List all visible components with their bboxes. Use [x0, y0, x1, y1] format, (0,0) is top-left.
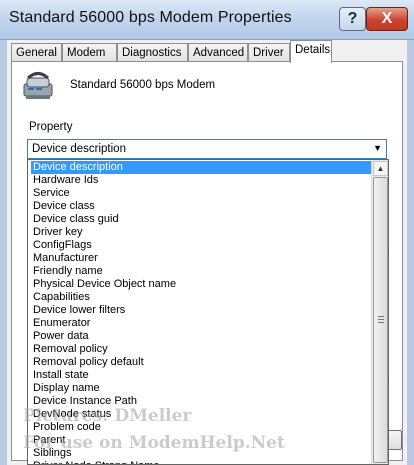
- property-option[interactable]: Removal policy default: [31, 356, 371, 369]
- grip-line: [378, 316, 384, 317]
- property-option[interactable]: Power data: [31, 330, 371, 343]
- scrollbar[interactable]: ▲: [371, 160, 388, 464]
- help-button[interactable]: ?: [339, 7, 366, 31]
- property-option[interactable]: Manufacturer: [31, 252, 371, 265]
- watermark-line1: Pictures: DMeller: [23, 406, 192, 426]
- tab-modem[interactable]: Modem: [62, 43, 117, 61]
- property-option[interactable]: Device description: [31, 161, 371, 174]
- property-selected-value: Device description: [32, 143, 126, 155]
- property-option[interactable]: Device lower filters: [31, 304, 371, 317]
- property-option[interactable]: Display name: [31, 382, 371, 395]
- tab-driver[interactable]: Driver: [248, 43, 290, 61]
- property-option[interactable]: Enumerator: [31, 317, 371, 330]
- property-option[interactable]: Device class: [31, 200, 371, 213]
- tab-diagnostics[interactable]: Diagnostics: [117, 43, 188, 61]
- watermark-line2: For use on ModemHelp.Net: [23, 433, 285, 453]
- tab-details[interactable]: Details: [290, 40, 332, 63]
- scrollbar-thumb[interactable]: [373, 177, 388, 463]
- modem-icon: [23, 72, 53, 99]
- property-option[interactable]: Capabilities: [31, 291, 371, 304]
- property-option[interactable]: Friendly name: [31, 265, 371, 278]
- grip-line: [378, 322, 384, 323]
- tab-general[interactable]: General: [11, 43, 62, 61]
- scroll-up-icon[interactable]: ▲: [373, 161, 388, 176]
- property-dropdown[interactable]: Device description ▼: [27, 139, 387, 159]
- device-name: Standard 56000 bps Modem: [70, 79, 216, 91]
- property-option[interactable]: ConfigFlags: [31, 239, 371, 252]
- property-option[interactable]: Hardware Ids: [31, 174, 371, 187]
- property-option[interactable]: Install state: [31, 369, 371, 382]
- property-option[interactable]: Service: [31, 187, 371, 200]
- tab-advanced[interactable]: Advanced: [188, 43, 248, 61]
- property-option[interactable]: Driver key: [31, 226, 371, 239]
- close-button[interactable]: X: [366, 7, 408, 31]
- property-option[interactable]: Removal policy: [31, 343, 371, 356]
- property-option[interactable]: Driver Node Strong Name: [31, 460, 371, 464]
- property-option[interactable]: Physical Device Object name: [31, 278, 371, 291]
- chevron-down-icon[interactable]: ▼: [373, 143, 382, 153]
- grip-line: [378, 319, 384, 320]
- title-bar: Standard 56000 bps Modem Properties ? X: [0, 0, 414, 40]
- property-option[interactable]: Device class guid: [31, 213, 371, 226]
- window-title: Standard 56000 bps Modem Properties: [9, 9, 292, 26]
- property-label: Property: [29, 121, 73, 133]
